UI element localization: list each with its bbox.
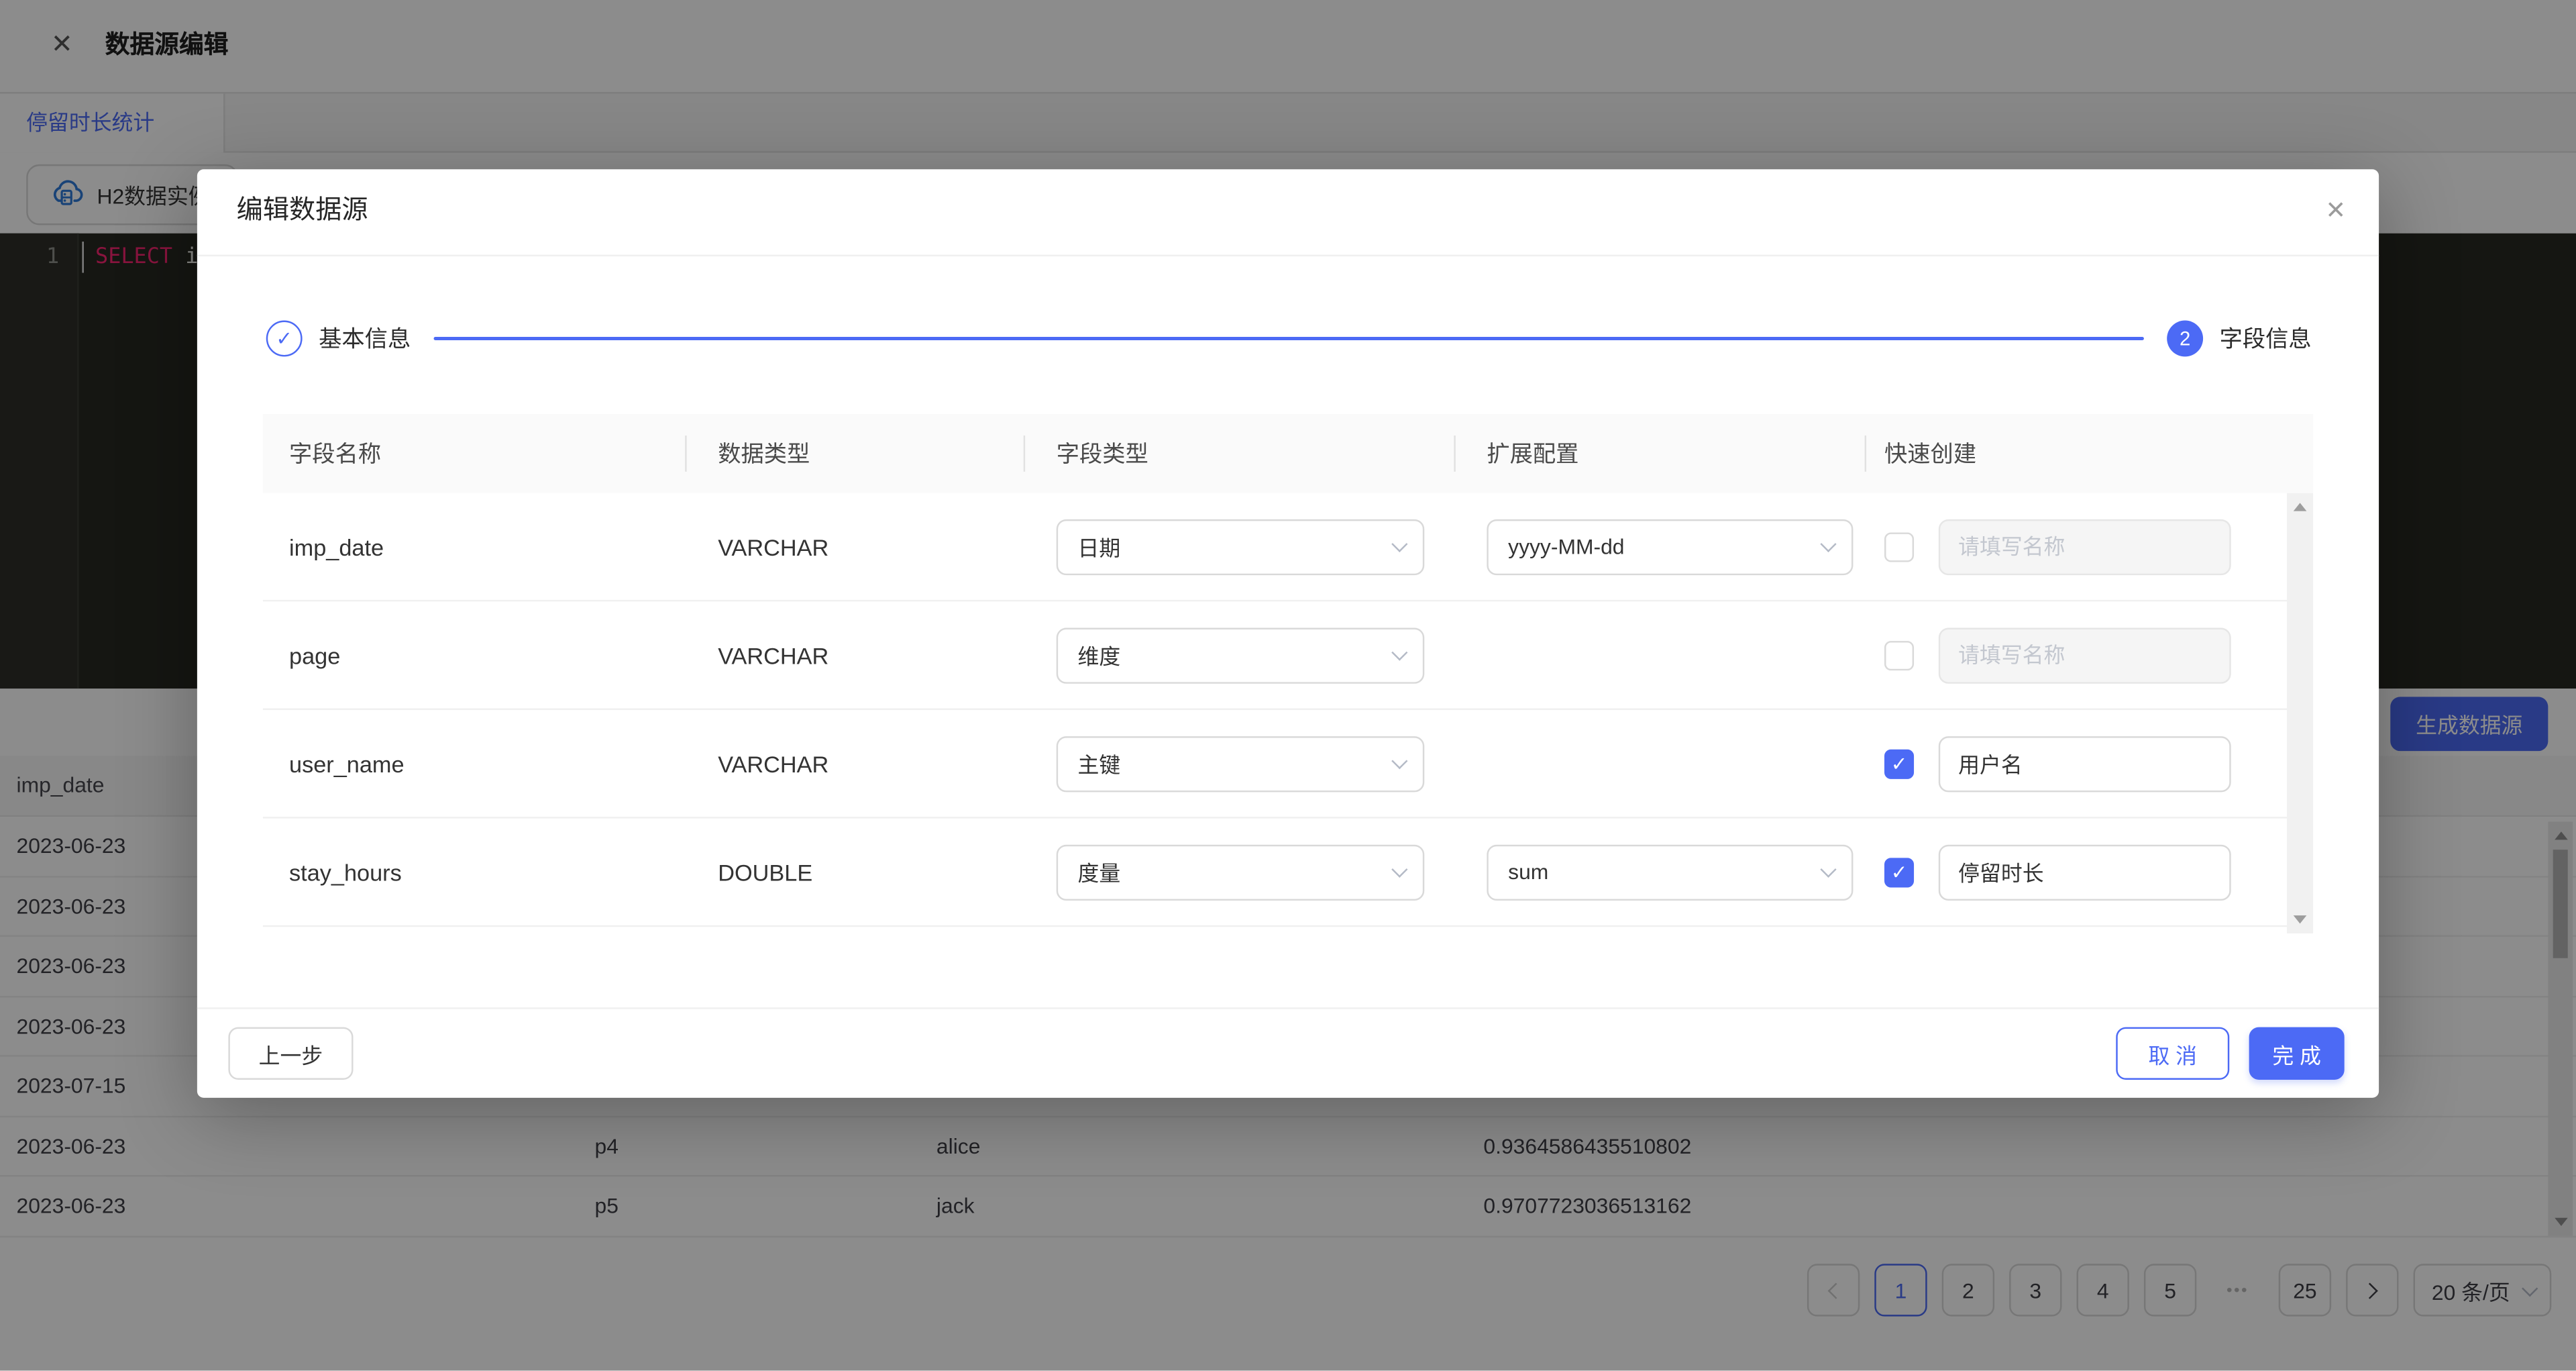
step-2-label: 字段信息 (2220, 322, 2312, 355)
quick-create-checkbox[interactable] (1884, 640, 1914, 670)
chevron-down-icon (1820, 862, 1836, 878)
step-1-label: 基本信息 (319, 322, 411, 355)
quick-create-checkbox[interactable] (1884, 749, 1914, 778)
step-1-check-icon: ✓ (266, 321, 303, 357)
field-name: page (263, 601, 685, 708)
field-row-user-name: user_name VARCHAR 主键 (263, 710, 2313, 819)
ext-config-select[interactable]: sum (1487, 844, 1853, 900)
edit-datasource-modal: 编辑数据源 ✕ ✓ 基本信息 2 字段信息 字段名称 数据类型 字段类型 扩展配… (197, 169, 2379, 1098)
cancel-button[interactable]: 取 消 (2116, 1027, 2229, 1080)
field-type-select[interactable]: 维度 (1057, 627, 1425, 682)
select-value: sum (1508, 860, 1548, 884)
header-field-name: 字段名称 (263, 414, 685, 493)
app-root: ✕ 数据源编辑 停留时长统计 H2数据实例 1 SELECT imp (0, 0, 2576, 1370)
quick-name-input[interactable] (1939, 844, 2231, 900)
quick-name-input[interactable] (1939, 735, 2231, 791)
quick-create-checkbox[interactable] (1884, 857, 1914, 886)
field-row-imp-date: imp_date VARCHAR 日期 yyyy-MM-dd (263, 493, 2313, 602)
chevron-down-icon (1391, 862, 1407, 878)
ext-config-select[interactable]: yyyy-MM-dd (1487, 519, 1853, 574)
modal-title: 编辑数据源 (237, 169, 368, 254)
header-data-type: 数据类型 (685, 414, 1023, 493)
field-name: user_name (263, 710, 685, 817)
chevron-down-icon (1391, 644, 1407, 660)
field-row-page: page VARCHAR 维度 (263, 601, 2313, 710)
field-type-select[interactable]: 主键 (1057, 735, 1425, 791)
field-type-select[interactable]: 日期 (1057, 519, 1425, 574)
chevron-down-icon (1820, 536, 1836, 552)
fields-table: 字段名称 数据类型 字段类型 扩展配置 快速创建 imp_date VARCHA… (263, 414, 2313, 933)
quick-create-checkbox[interactable] (1884, 531, 1914, 561)
fields-table-header: 字段名称 数据类型 字段类型 扩展配置 快速创建 (263, 414, 2313, 493)
modal-table-scrollbar[interactable] (2287, 493, 2313, 933)
field-name: imp_date (263, 493, 685, 600)
chevron-down-icon (1391, 536, 1407, 552)
select-value: 度量 (1078, 856, 1121, 888)
step-2-number: 2 (2167, 321, 2203, 357)
field-data-type: VARCHAR (685, 601, 1023, 708)
done-button[interactable]: 完 成 (2249, 1027, 2345, 1080)
steps-indicator: ✓ 基本信息 2 字段信息 (266, 307, 2312, 370)
field-row-stay-hours: stay_hours DOUBLE 度量 sum (263, 819, 2313, 927)
field-data-type: VARCHAR (685, 493, 1023, 600)
modal-header: 编辑数据源 ✕ (197, 169, 2379, 256)
chevron-down-icon (1391, 753, 1407, 769)
field-name: stay_hours (263, 819, 685, 925)
quick-name-input[interactable] (1939, 519, 2231, 574)
header-ext-config: 扩展配置 (1454, 414, 1864, 493)
step-connector-line (434, 337, 2144, 340)
fields-table-body: imp_date VARCHAR 日期 yyyy-MM-dd (263, 493, 2313, 933)
field-data-type: VARCHAR (685, 710, 1023, 817)
select-value: 日期 (1078, 531, 1121, 562)
header-quick-create: 快速创建 (1865, 414, 2314, 493)
previous-step-button[interactable]: 上一步 (228, 1027, 353, 1080)
scroll-up-icon[interactable] (2294, 503, 2307, 511)
modal-footer: 上一步 取 消 完 成 (197, 1007, 2379, 1098)
field-type-select[interactable]: 度量 (1057, 844, 1425, 900)
scroll-down-icon[interactable] (2294, 915, 2307, 923)
field-data-type: DOUBLE (685, 819, 1023, 925)
quick-name-input[interactable] (1939, 627, 2231, 682)
header-field-type: 字段类型 (1024, 414, 1454, 493)
select-value: 主键 (1078, 748, 1121, 779)
select-value: yyyy-MM-dd (1508, 534, 1624, 559)
select-value: 维度 (1078, 640, 1121, 671)
modal-close-icon[interactable]: ✕ (2325, 169, 2346, 254)
